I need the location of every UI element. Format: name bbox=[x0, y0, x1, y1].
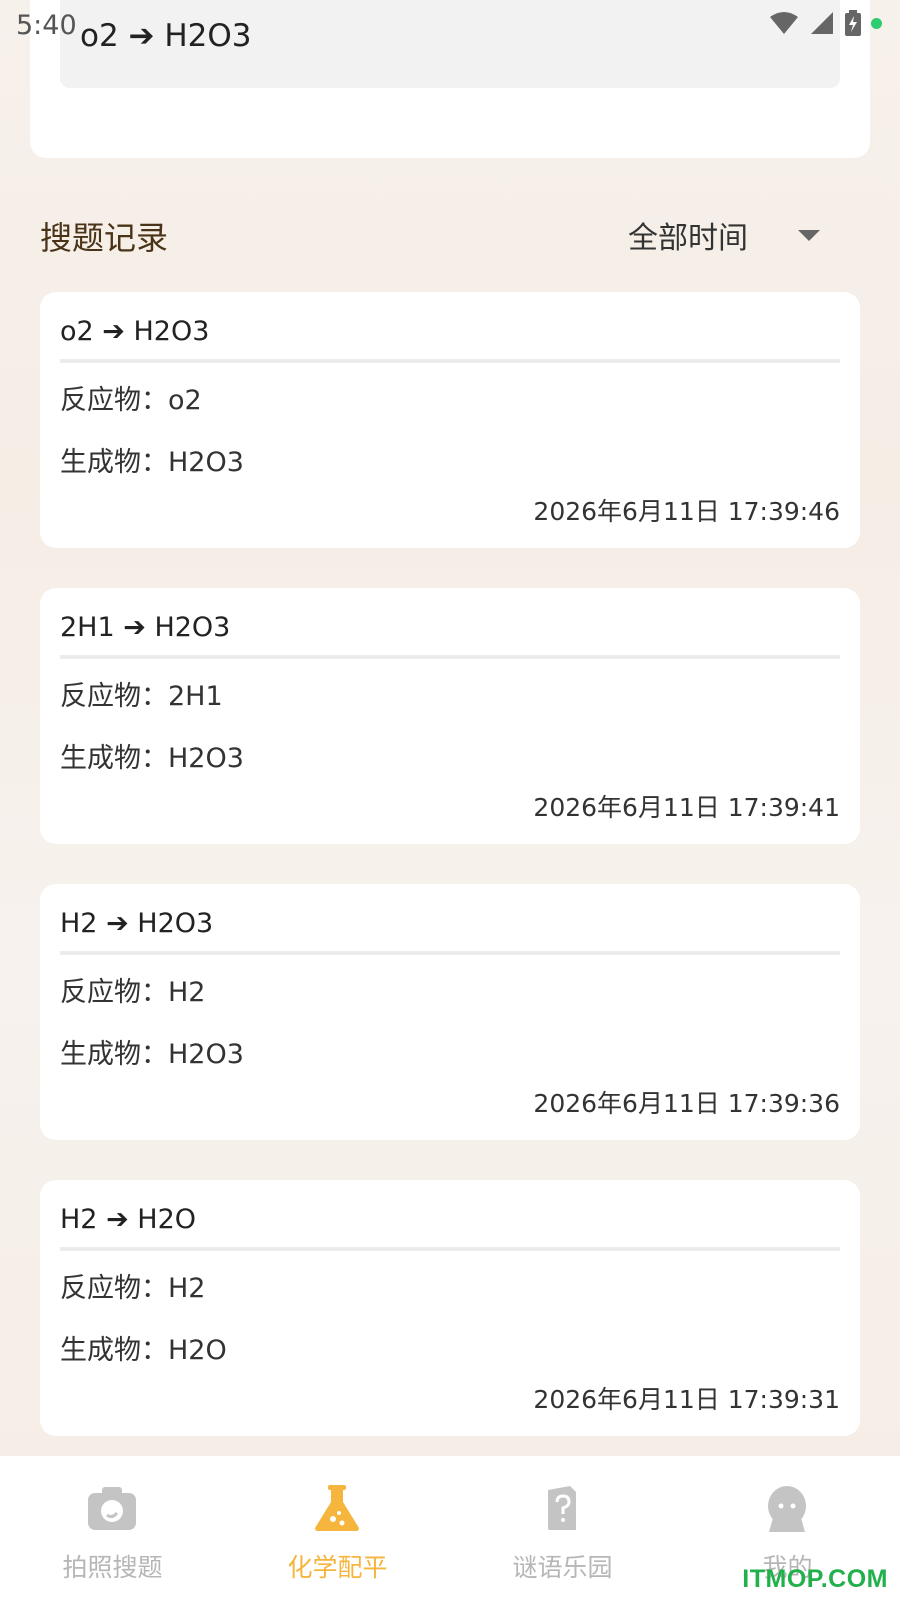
record-time: 2026年6月11日 17:39:31 bbox=[533, 1385, 840, 1414]
wifi-icon bbox=[770, 12, 798, 34]
profile-icon bbox=[768, 1486, 806, 1532]
tab-label: 拍照搜题 bbox=[62, 1553, 163, 1582]
record-product: 生成物：H2O3 bbox=[60, 743, 244, 774]
record-title: H2 ➔ H2O3 bbox=[60, 908, 214, 939]
record-reactant: 反应物：H2 bbox=[60, 1273, 206, 1304]
tab-riddles[interactable]: 谜语乐园 bbox=[450, 1456, 675, 1600]
status-time: 5:40 bbox=[16, 10, 77, 41]
camera-icon bbox=[88, 1487, 136, 1530]
cell-signal-icon bbox=[811, 12, 833, 34]
tab-label: 化学配平 bbox=[287, 1553, 388, 1582]
tab-chem-balance[interactable]: 化学配平 bbox=[225, 1456, 450, 1600]
tab-label: 谜语乐园 bbox=[512, 1553, 613, 1582]
record-time: 2026年6月11日 17:39:41 bbox=[533, 793, 840, 822]
chevron-down-icon bbox=[798, 229, 820, 241]
record-time: 2026年6月11日 17:39:46 bbox=[533, 497, 840, 526]
history-header: 搜题记录 全部时间 bbox=[40, 213, 860, 263]
notification-dot-icon bbox=[871, 17, 882, 29]
record-title: 2H1 ➔ H2O3 bbox=[60, 612, 231, 643]
history-record[interactable]: H2 ➔ H2O3 反应物：H2 生成物：H2O3 2026年6月11日 17:… bbox=[40, 884, 860, 1140]
tab-photo-search[interactable]: 拍照搜题 bbox=[0, 1456, 225, 1600]
time-filter-dropdown[interactable]: 全部时间 bbox=[628, 213, 820, 257]
history-list: o2 ➔ H2O3 反应物：o2 生成物：H2O3 2026年6月11日 17:… bbox=[40, 292, 860, 1476]
status-icons bbox=[769, 10, 882, 36]
record-product: 生成物：H2O bbox=[60, 1335, 227, 1366]
divider bbox=[60, 655, 840, 659]
time-filter-label: 全部时间 bbox=[628, 221, 748, 256]
record-product: 生成物：H2O3 bbox=[60, 447, 244, 478]
record-reactant: 反应物：o2 bbox=[60, 385, 202, 416]
battery-icon bbox=[845, 10, 861, 36]
record-reactant: 反应物：2H1 bbox=[60, 681, 223, 712]
record-title: H2 ➔ H2O bbox=[60, 1204, 197, 1235]
divider bbox=[60, 359, 840, 363]
question-book-icon bbox=[548, 1486, 576, 1530]
divider bbox=[60, 1247, 840, 1251]
record-time: 2026年6月11日 17:39:36 bbox=[533, 1089, 840, 1118]
history-title: 搜题记录 bbox=[40, 219, 169, 257]
status-bar: 5:40 bbox=[0, 0, 900, 50]
history-record[interactable]: H2 ➔ H2O 反应物：H2 生成物：H2O 2026年6月11日 17:39… bbox=[40, 1180, 860, 1436]
divider bbox=[60, 951, 840, 955]
watermark: ITMOP.COM bbox=[742, 1565, 888, 1593]
history-record[interactable]: o2 ➔ H2O3 反应物：o2 生成物：H2O3 2026年6月11日 17:… bbox=[40, 292, 860, 548]
record-reactant: 反应物：H2 bbox=[60, 977, 206, 1008]
record-product: 生成物：H2O3 bbox=[60, 1039, 244, 1070]
record-title: o2 ➔ H2O3 bbox=[60, 316, 210, 347]
history-record[interactable]: 2H1 ➔ H2O3 反应物：2H1 生成物：H2O3 2026年6月11日 1… bbox=[40, 588, 860, 844]
flask-icon bbox=[315, 1485, 359, 1531]
